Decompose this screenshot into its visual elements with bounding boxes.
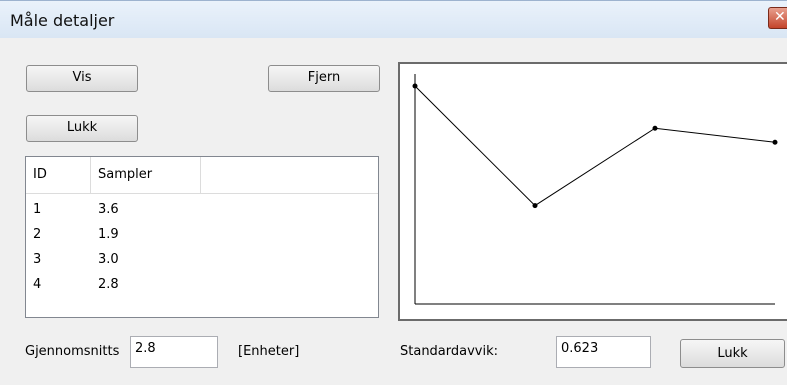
samples-list[interactable]: ID Sampler 1 3.6 2 1.9 3 3.0 4 2.8	[25, 156, 379, 318]
row-sample: 3.6	[98, 202, 119, 217]
stddev-label: Standardavvik:	[400, 344, 499, 359]
unit-label: [Enheter]	[238, 344, 300, 359]
show-button[interactable]: Vis	[26, 65, 138, 92]
window-title: Måle detaljer	[10, 11, 115, 30]
data-point	[532, 203, 538, 209]
close-bottom-button[interactable]: Lukk	[680, 339, 785, 368]
average-field[interactable]: 2.8	[130, 336, 218, 368]
remove-button[interactable]: Fjern	[268, 65, 380, 92]
column-sampler-header[interactable]: Sampler	[91, 157, 201, 193]
close-top-button[interactable]: Lukk	[26, 115, 138, 142]
close-icon[interactable]: ✕	[768, 7, 787, 29]
stddev-field[interactable]: 0.623	[556, 336, 651, 368]
row-sample: 2.8	[98, 277, 119, 292]
row-sample: 3.0	[98, 252, 119, 267]
list-header: ID Sampler	[26, 157, 378, 194]
row-id: 2	[33, 227, 42, 242]
row-id: 4	[33, 277, 42, 292]
data-point	[652, 125, 658, 131]
column-id-header[interactable]: ID	[26, 157, 91, 193]
title-bar: Måle detaljer ✕	[0, 0, 787, 38]
chart-frame	[398, 62, 787, 321]
data-point	[772, 139, 778, 145]
data-point	[412, 83, 418, 89]
row-sample: 1.9	[98, 227, 119, 242]
line-chart	[412, 74, 778, 305]
average-label: Gjennomsnitts	[25, 344, 120, 359]
row-id: 1	[33, 202, 42, 217]
series-line	[414, 85, 776, 207]
row-id: 3	[33, 252, 42, 267]
